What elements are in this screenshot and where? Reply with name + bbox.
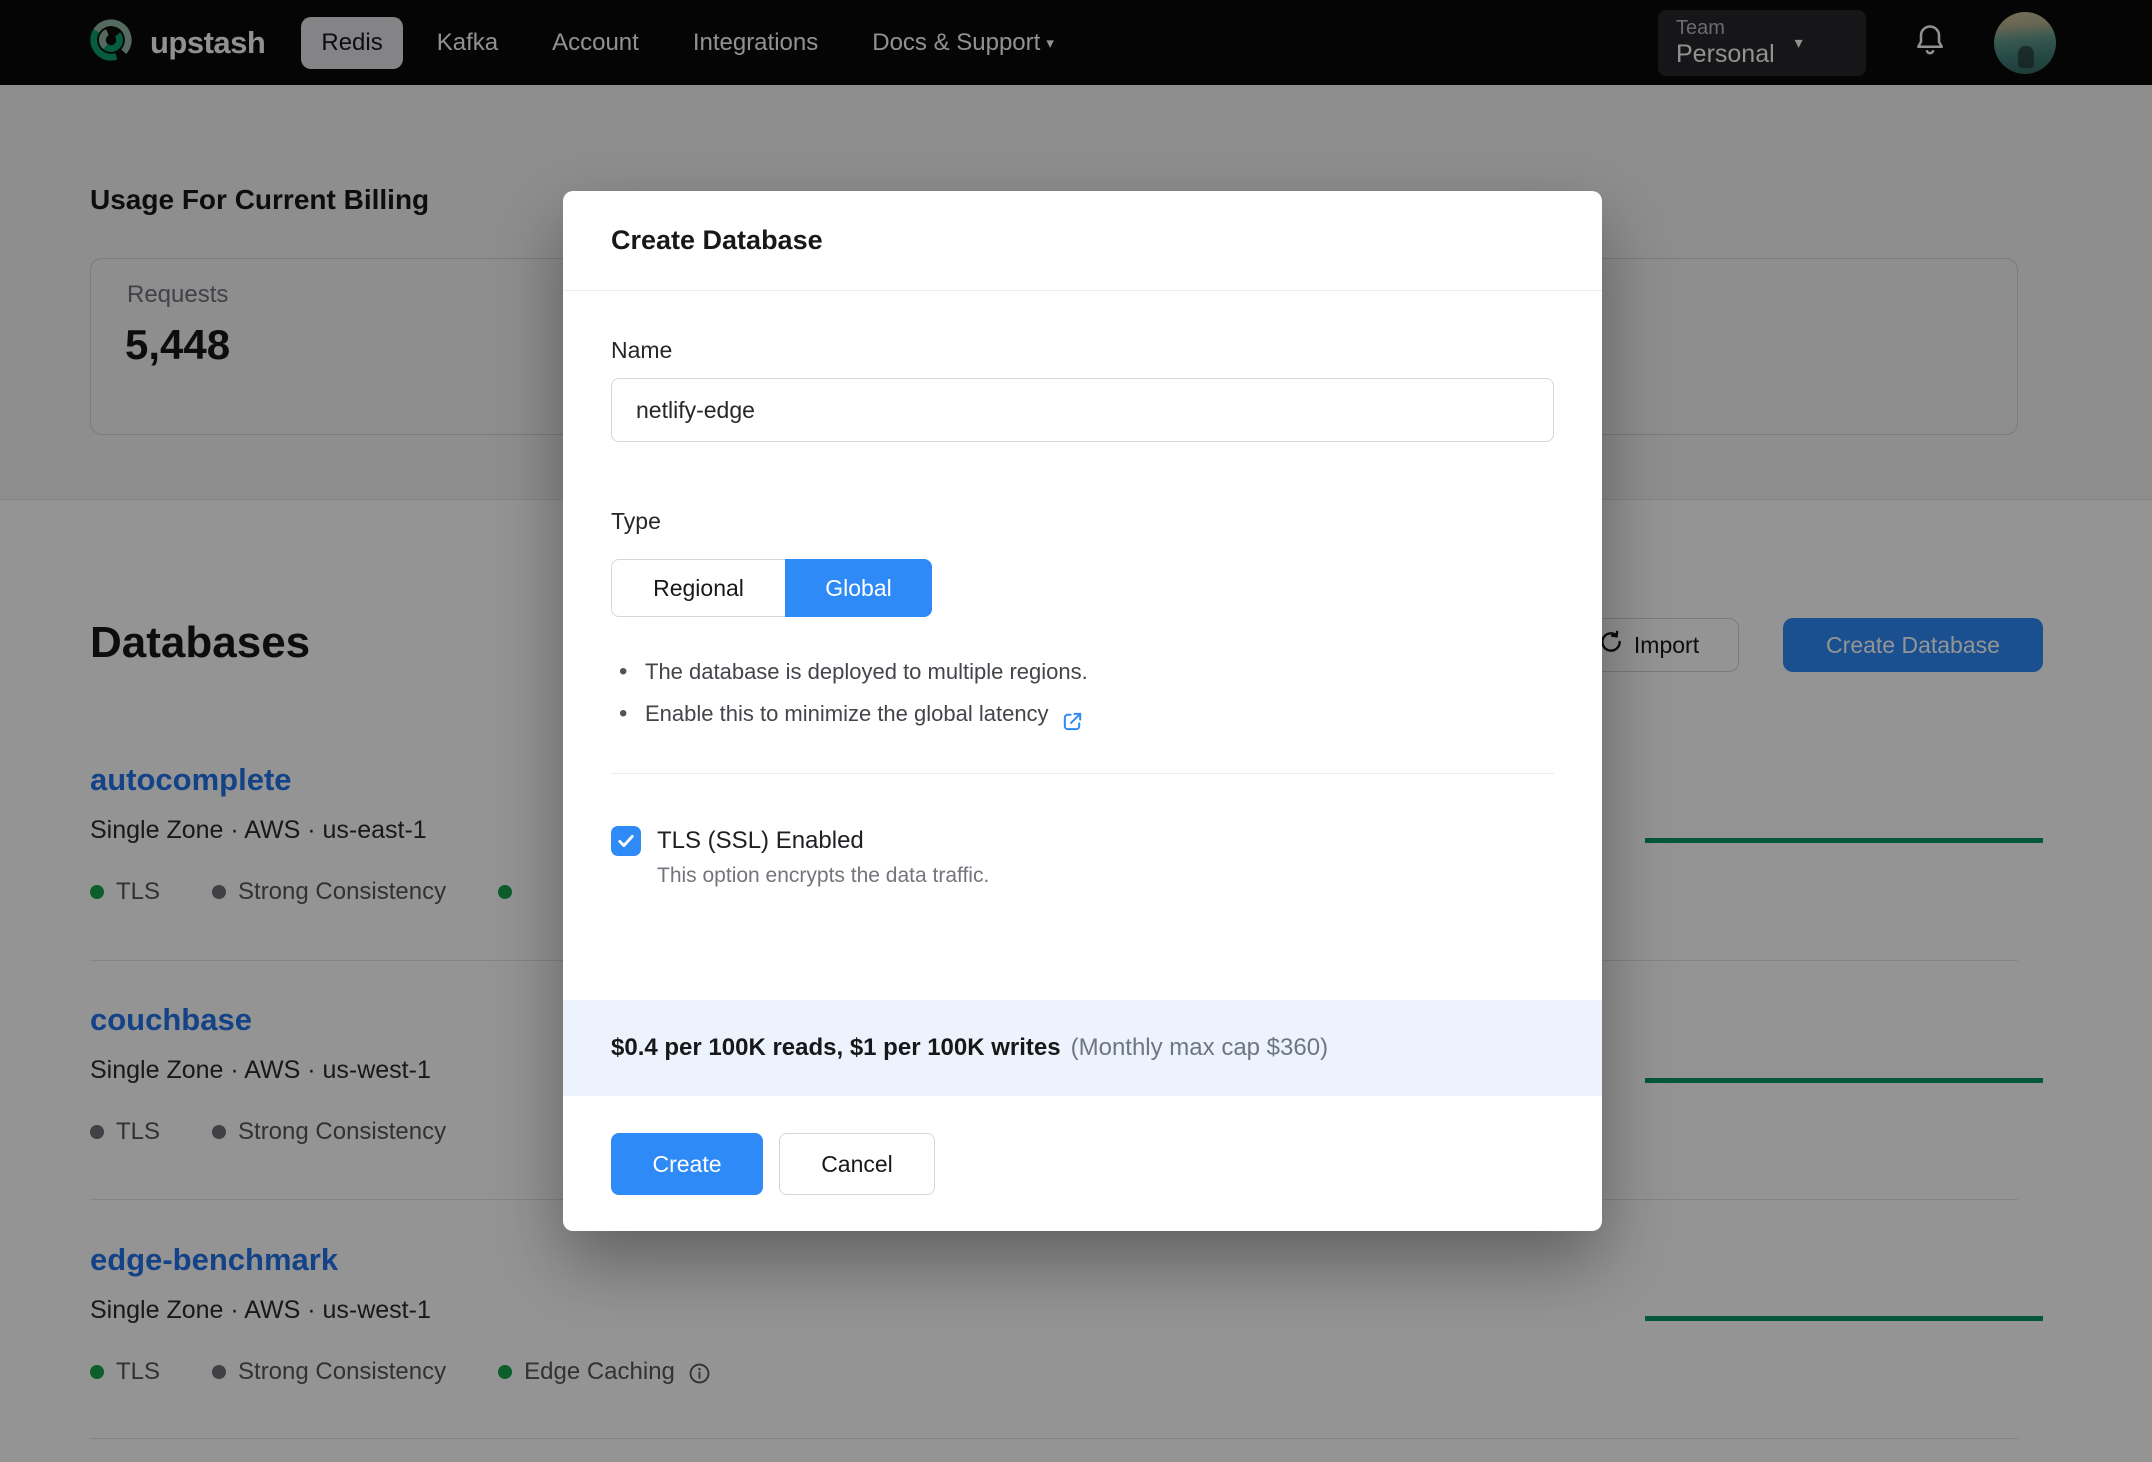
create-button[interactable]: Create <box>611 1133 763 1195</box>
name-label: Name <box>611 337 673 363</box>
bullet-icon: • <box>619 700 628 727</box>
bullet-global-latency: • Enable this to minimize the global lat… <box>611 693 1554 735</box>
type-label: Type <box>611 508 661 534</box>
database-name-input[interactable] <box>611 378 1554 442</box>
tls-row: TLS (SSL) Enabled <box>611 826 1554 856</box>
modal-body: Name Type Regional Global • The database… <box>563 337 1602 888</box>
cancel-button[interactable]: Cancel <box>779 1133 935 1195</box>
bullet-icon: • <box>619 658 628 685</box>
modal-header: Create Database <box>563 191 1602 291</box>
pricing-banner: $0.4 per 100K reads, $1 per 100K writes … <box>563 1000 1602 1096</box>
type-description: • The database is deployed to multiple r… <box>611 651 1554 735</box>
create-database-modal: Create Database Name Type Regional Globa… <box>563 191 1602 1231</box>
type-toggle: Regional Global <box>611 559 1554 617</box>
divider <box>611 773 1554 774</box>
type-option-global[interactable]: Global <box>785 559 932 617</box>
pricing-cap-note: (Monthly max cap $360) <box>1070 1034 1329 1061</box>
page: upstash Redis Kafka Account Integrations… <box>0 0 2152 1462</box>
external-link-icon[interactable] <box>1061 705 1084 730</box>
type-option-regional[interactable]: Regional <box>611 559 785 617</box>
tls-label: TLS (SSL) Enabled <box>657 827 864 854</box>
pricing-text: $0.4 per 100K reads, $1 per 100K writes <box>611 1034 1061 1061</box>
tls-checkbox[interactable] <box>611 826 641 856</box>
tls-description: This option encrypts the data traffic. <box>657 864 990 887</box>
modal-title: Create Database <box>611 225 823 255</box>
bullet-multi-region: • The database is deployed to multiple r… <box>611 651 1554 693</box>
modal-actions: Create Cancel <box>611 1133 935 1195</box>
